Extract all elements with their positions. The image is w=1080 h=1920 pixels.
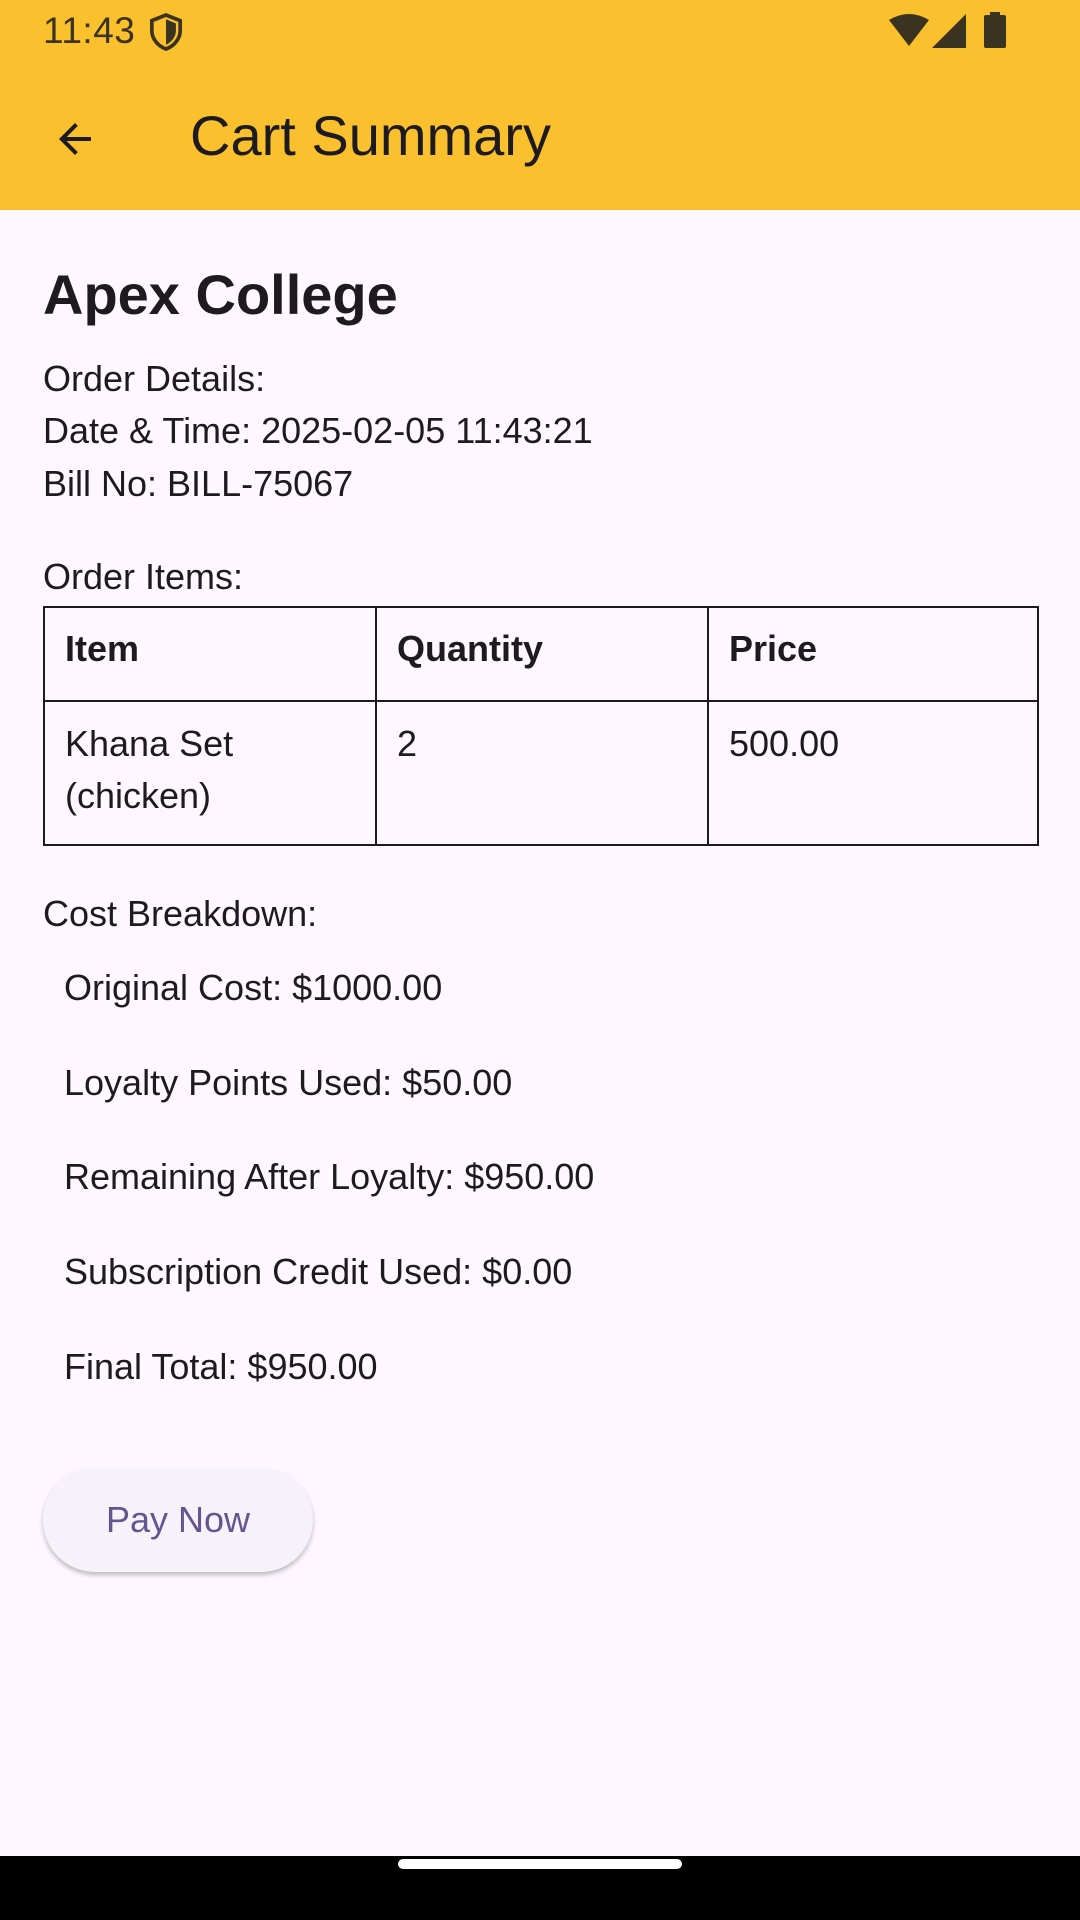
item-quantity-cell: 2 bbox=[375, 700, 709, 846]
column-header-quantity: Quantity bbox=[375, 606, 709, 702]
final-total: Final Total: $950.00 bbox=[64, 1346, 378, 1387]
pay-now-button[interactable]: Pay Now bbox=[43, 1468, 313, 1572]
page-title: Cart Summary bbox=[190, 104, 551, 167]
shield-icon bbox=[149, 13, 183, 51]
order-details-heading: Order Details: bbox=[43, 358, 266, 399]
app-bar: 11:43 Cart Summary bbox=[0, 0, 1080, 210]
order-items-heading: Order Items: bbox=[43, 556, 244, 597]
cost-breakdown-heading: Cost Breakdown: bbox=[43, 893, 318, 934]
loyalty-points-used: Loyalty Points Used: $50.00 bbox=[64, 1062, 513, 1103]
back-button[interactable] bbox=[40, 104, 110, 174]
bill-number: Bill No: BILL-75067 bbox=[43, 463, 354, 504]
cart-summary-screen: 11:43 Cart Summary Apex College Order De… bbox=[0, 0, 1080, 1920]
subscription-credit-used: Subscription Credit Used: $0.00 bbox=[64, 1251, 573, 1292]
column-header-price: Price bbox=[707, 606, 1039, 702]
arrow-back-icon bbox=[59, 123, 91, 155]
cell-signal-icon bbox=[932, 14, 966, 48]
college-name: Apex College bbox=[43, 263, 398, 326]
original-cost: Original Cost: $1000.00 bbox=[64, 967, 443, 1008]
remaining-after-loyalty: Remaining After Loyalty: $950.00 bbox=[64, 1156, 595, 1197]
home-gesture-handle[interactable] bbox=[398, 1859, 682, 1869]
order-items-table: Item Quantity Price Khana Set (chicken) … bbox=[43, 606, 1039, 846]
status-time: 11:43 bbox=[43, 10, 136, 51]
wifi-icon bbox=[889, 14, 929, 46]
item-name-cell: Khana Set (chicken) bbox=[43, 700, 377, 846]
table-header-row: Item Quantity Price bbox=[43, 606, 1039, 702]
item-price-cell: 500.00 bbox=[707, 700, 1039, 846]
column-header-item: Item bbox=[43, 606, 377, 702]
order-date-time: Date & Time: 2025-02-05 11:43:21 bbox=[43, 410, 593, 451]
table-row: Khana Set (chicken) 2 500.00 bbox=[43, 700, 1039, 846]
battery-icon bbox=[984, 12, 1006, 48]
